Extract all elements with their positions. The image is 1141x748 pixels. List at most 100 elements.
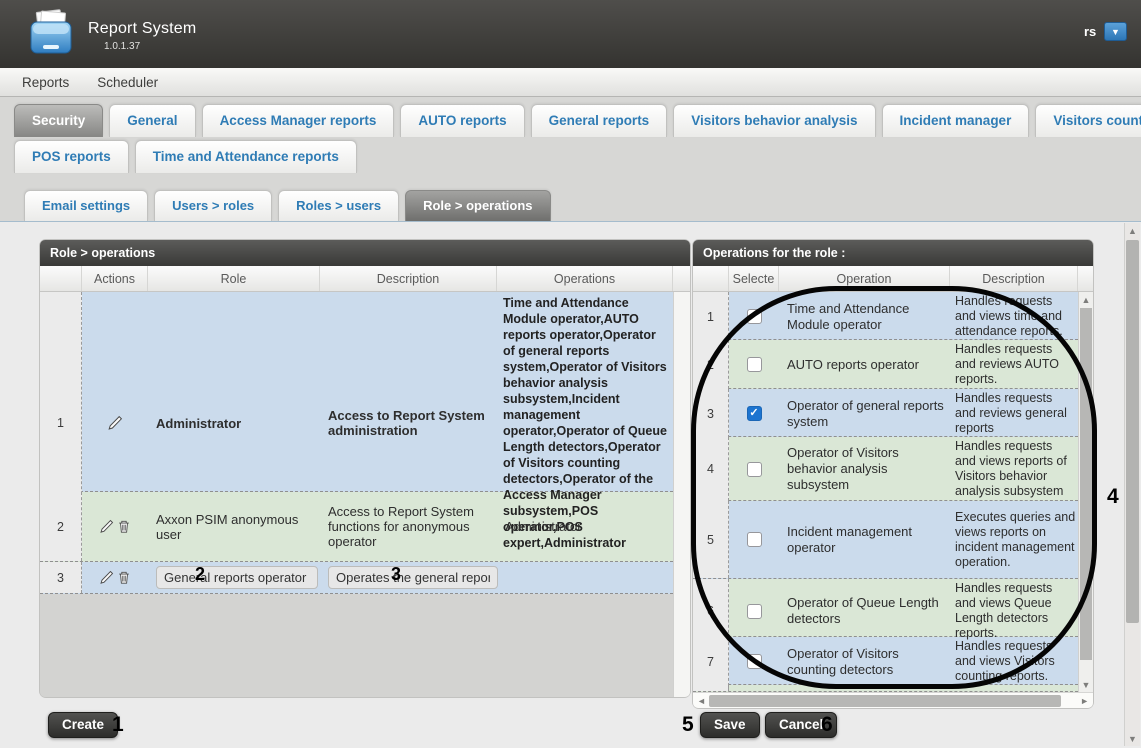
row-number: 3: [40, 562, 82, 593]
operation-cell: Incident management operator: [779, 501, 950, 578]
subtab-email-settings[interactable]: Email settings: [24, 190, 148, 221]
operation-cell: Time and Attendance Module operator: [779, 292, 950, 341]
app-version: 1.0.1.37: [104, 41, 140, 52]
chevron-down-icon: ▼: [1111, 27, 1120, 37]
left-table-vertical-scrollbar[interactable]: [673, 292, 690, 697]
role-cell: [148, 562, 320, 593]
scroll-down-icon[interactable]: ▼: [1125, 732, 1140, 746]
edit-icon[interactable]: [107, 415, 123, 431]
description-cell: [320, 562, 497, 593]
row-number: 6: [693, 579, 729, 643]
row-actions: [82, 562, 148, 593]
scroll-left-icon[interactable]: ◄: [697, 693, 706, 709]
row-actions: [82, 492, 148, 561]
operation-checkbox[interactable]: ✓: [747, 654, 762, 669]
role-operations-column-header: Actions Role Description Operations: [40, 266, 690, 292]
tab-access-manager-reports[interactable]: Access Manager reports: [202, 104, 395, 137]
operations-for-role-panel: Operations for the role : Selecte Operat…: [693, 240, 1093, 708]
page-vertical-scrollbar[interactable]: ▲ ▼: [1124, 223, 1140, 746]
operations-column-header: Selecte Operation Description: [693, 266, 1093, 292]
operation-checkbox[interactable]: ✓: [747, 357, 762, 372]
role-operations-panel-title: Role > operations: [40, 240, 690, 266]
main-tabs-row1: Security General Access Manager reports …: [14, 104, 1141, 137]
subtab-roles-users[interactable]: Roles > users: [278, 190, 399, 221]
operation-cell: Operator of general reports system: [779, 389, 950, 438]
col-role: Role: [148, 266, 320, 291]
create-button[interactable]: Create: [48, 712, 118, 738]
role-description-input[interactable]: [328, 566, 498, 589]
tab-security[interactable]: Security: [14, 104, 103, 137]
table-row: 2 ✓ AUTO reports operator Handles reques…: [693, 340, 1078, 389]
table-row-partial: [693, 685, 1078, 692]
tab-visitors-counting-detectors[interactable]: Visitors counting detectors: [1035, 104, 1141, 137]
operations-table-body: 1 ✓ Time and Attendance Module operator …: [693, 292, 1093, 692]
tab-pos-reports[interactable]: POS reports: [14, 140, 129, 173]
col-selected: Selecte: [729, 266, 779, 291]
app-logo-folder-icon: [24, 9, 78, 64]
operation-checkbox[interactable]: ✓: [747, 309, 762, 324]
table-row: 4 ✓ Operator of Visitors behavior analys…: [693, 437, 1078, 501]
tab-auto-reports[interactable]: AUTO reports: [400, 104, 524, 137]
scroll-up-icon[interactable]: ▲: [1125, 224, 1140, 238]
delete-icon[interactable]: [117, 519, 131, 534]
table-row: 7 ✓ Operator of Visitors counting detect…: [693, 637, 1078, 685]
row-number: 2: [40, 492, 82, 561]
operation-cell: Operator of Visitors counting detectors: [779, 637, 950, 686]
description-cell: Access to Report System functions for an…: [320, 492, 497, 561]
table-row: 1 Administrator Access to Report System …: [40, 292, 673, 492]
operations-cell: Administrator: [497, 492, 673, 561]
table-row: 5 ✓ Incident management operator Execute…: [693, 501, 1078, 579]
app-title: Report System: [88, 20, 196, 38]
col-actions: Actions: [82, 266, 148, 291]
security-sub-tabs: Email settings Users > roles Roles > use…: [24, 190, 551, 221]
scrollbar-thumb[interactable]: [1126, 240, 1139, 623]
scroll-up-icon[interactable]: ▲: [1079, 293, 1093, 307]
scroll-right-icon[interactable]: ►: [1080, 693, 1089, 709]
row-number: 1: [693, 292, 729, 341]
menu-bar: Reports Scheduler: [0, 68, 1141, 97]
cancel-button[interactable]: Cancel: [765, 712, 837, 738]
operation-checkbox[interactable]: ✓: [747, 462, 762, 477]
row-number: 2: [693, 340, 729, 389]
operation-checkbox[interactable]: ✓: [747, 406, 762, 421]
tab-visitors-behavior-analysis[interactable]: Visitors behavior analysis: [673, 104, 875, 137]
user-menu-button[interactable]: ▼: [1104, 22, 1127, 41]
user-label: rs: [1084, 24, 1096, 39]
delete-icon[interactable]: [117, 570, 131, 585]
scrollbar-thumb[interactable]: [1080, 308, 1092, 660]
col-num: [40, 266, 82, 291]
description-cell: Handles requests and reviews general rep…: [950, 389, 1078, 438]
table-row: 3 ✓ Operator of general reports system H…: [693, 389, 1078, 437]
menu-item-scheduler[interactable]: Scheduler: [97, 75, 158, 90]
scrollbar-thumb[interactable]: [709, 695, 1061, 707]
description-cell: Handles requests and views Queue Length …: [950, 579, 1078, 643]
role-operations-table-body: 1 Administrator Access to Report System …: [40, 292, 690, 697]
edit-icon[interactable]: [99, 519, 114, 534]
subtab-users-roles[interactable]: Users > roles: [154, 190, 272, 221]
edit-icon[interactable]: [99, 570, 114, 585]
main-tabs-row2: POS reports Time and Attendance reports: [14, 140, 357, 173]
operation-checkbox[interactable]: ✓: [747, 532, 762, 547]
tab-general-reports[interactable]: General reports: [531, 104, 668, 137]
save-button[interactable]: Save: [700, 712, 760, 738]
table-row: 1 ✓ Time and Attendance Module operator …: [693, 292, 1078, 340]
subtab-role-operations[interactable]: Role > operations: [405, 190, 550, 221]
operation-checkbox[interactable]: ✓: [747, 604, 762, 619]
role-name-input[interactable]: [156, 566, 318, 589]
operations-horizontal-scrollbar[interactable]: ◄ ►: [693, 692, 1093, 708]
tab-general[interactable]: General: [109, 104, 195, 137]
description-cell: Executes queries and views reports on in…: [950, 501, 1078, 578]
description-cell: Handles requests and views Visitors coun…: [950, 637, 1078, 686]
row-number: 4: [693, 437, 729, 501]
operations-vertical-scrollbar[interactable]: ▲ ▼: [1078, 292, 1093, 692]
row-number: [693, 685, 729, 691]
col-spacer: [1078, 266, 1093, 291]
col-description: Description: [320, 266, 497, 291]
description-cell: Handles requests and views reports of Vi…: [950, 437, 1078, 501]
scroll-down-icon[interactable]: ▼: [1079, 678, 1093, 692]
operations-cell: [497, 562, 673, 593]
col-description: Description: [950, 266, 1078, 291]
menu-item-reports[interactable]: Reports: [22, 75, 69, 90]
tab-time-and-attendance-reports[interactable]: Time and Attendance reports: [135, 140, 357, 173]
tab-incident-manager[interactable]: Incident manager: [882, 104, 1030, 137]
